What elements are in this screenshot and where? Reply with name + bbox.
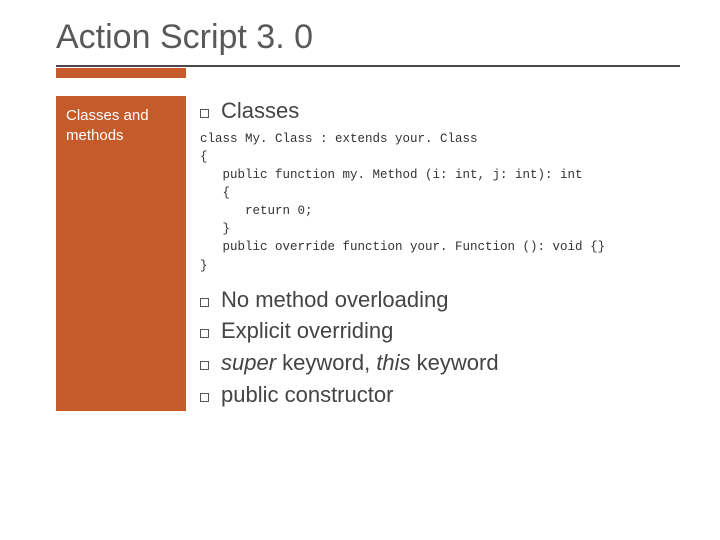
- keyword-italic: super: [221, 350, 276, 375]
- bullet-text: No method overloading: [221, 285, 448, 315]
- underline-accent: [56, 68, 186, 78]
- square-bullet-icon: [200, 329, 209, 338]
- section-heading: Classes: [221, 96, 299, 126]
- list-item: public constructor: [200, 380, 680, 410]
- sidebar-label: Classes and methods: [66, 107, 149, 144]
- list-item: Explicit overriding: [200, 316, 680, 346]
- square-bullet-icon: [200, 298, 209, 307]
- bullet-mid: keyword,: [276, 350, 376, 375]
- square-bullet-icon: [200, 361, 209, 370]
- sidebar-label-box: Classes and methods: [56, 96, 186, 411]
- bullet-text: Explicit overriding: [221, 316, 393, 346]
- heading-row: Classes: [200, 96, 680, 126]
- page-title: Action Script 3. 0: [56, 18, 680, 57]
- code-block: class My. Class : extends your. Class { …: [200, 130, 680, 275]
- square-bullet-icon: [200, 109, 209, 118]
- bullet-text: super keyword, this keyword: [221, 348, 499, 378]
- bullet-text: public constructor: [221, 380, 393, 410]
- list-item: No method overloading: [200, 285, 680, 315]
- bullet-suffix: keyword: [411, 350, 499, 375]
- slide: Action Script 3. 0 Classes and methods C…: [0, 0, 720, 540]
- list-item: super keyword, this keyword: [200, 348, 680, 378]
- keyword-italic: this: [376, 350, 410, 375]
- bullet-list: No method overloading Explicit overridin…: [200, 285, 680, 410]
- square-bullet-icon: [200, 393, 209, 402]
- content-row: Classes and methods Classes class My. Cl…: [56, 96, 680, 411]
- main-content: Classes class My. Class : extends your. …: [186, 96, 680, 411]
- title-underline: [56, 65, 680, 78]
- underline-thin: [56, 65, 680, 67]
